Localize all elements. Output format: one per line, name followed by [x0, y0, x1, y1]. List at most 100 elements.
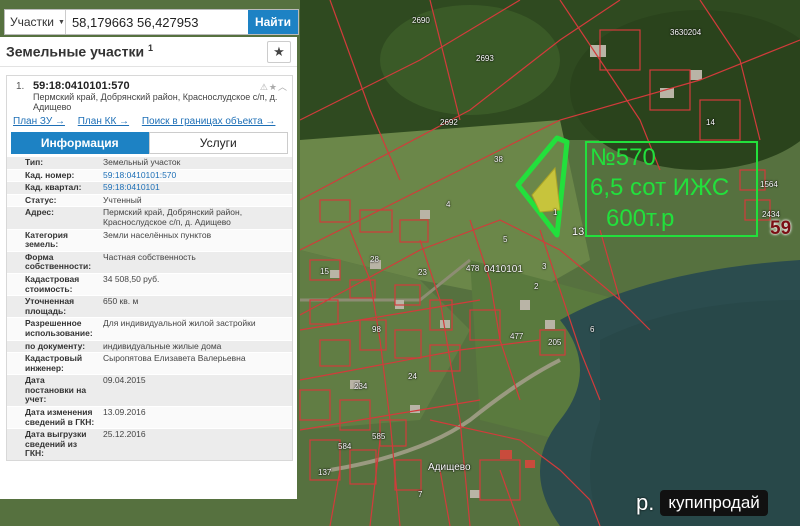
map-label: 6 — [590, 325, 595, 334]
map-label: 28 — [370, 255, 379, 264]
info-value: Для индивидуальной жилой застройки — [103, 318, 256, 329]
map-label: 98 — [372, 325, 381, 334]
info-key: по документу: — [25, 340, 86, 351]
plan-zu-link[interactable]: План ЗУ → — [13, 116, 65, 127]
info-key: Форма собственности: — [25, 251, 92, 272]
map-label: 23 — [418, 268, 427, 277]
map-label: 234 — [354, 382, 368, 391]
info-key: Дата постановки на учет: — [25, 375, 87, 405]
info-key: Дата выгрузки сведений из ГКН: — [25, 429, 87, 459]
info-key: Разрешенное использование: — [25, 318, 93, 338]
info-row: Уточненная площадь: 650 кв. м — [7, 295, 292, 318]
info-row: Категория земель: Земли населённых пункто… — [7, 228, 292, 251]
info-key: Кад. квартал: — [25, 182, 82, 193]
search-in-bounds-link[interactable]: Поиск в границах объекта → — [142, 116, 276, 127]
star-icon: ★ — [273, 43, 285, 59]
map-label: 2690 — [412, 16, 430, 25]
map-label: 15 — [320, 267, 329, 276]
info-key: Кадастровая стоимость: — [25, 273, 80, 294]
watermark: р. купипродай — [636, 490, 768, 516]
info-row: Кадастровая стоимость: 34 508,50 руб. — [7, 272, 292, 296]
map-label: 24 — [408, 372, 417, 381]
chevron-down-icon: ▼ — [58, 18, 65, 26]
info-row: Кадастровый инженер: Сыропятова Елизавета… — [7, 352, 292, 375]
info-key: Кадастровый инженер: — [25, 353, 83, 373]
star-icon[interactable]: ★ — [269, 82, 278, 92]
annotation-line: 6,5 сот ИЖС — [590, 174, 730, 201]
info-key: Тип: — [25, 157, 44, 167]
map-label: 0410101 — [484, 264, 523, 275]
map-label: 4 — [446, 200, 451, 209]
info-value: Учтенный — [103, 194, 142, 205]
map-label: 1 — [553, 208, 558, 217]
cadastral-number: 59:18:0410101:570 — [33, 80, 130, 92]
tab-services[interactable]: Услуги — [148, 132, 288, 154]
info-row: Кад. номер: 59:18:0410101:570 — [7, 168, 292, 182]
map-label: 3630204 — [670, 28, 702, 37]
info-key: Уточненная площадь: — [25, 296, 75, 316]
info-key: Статус: — [25, 194, 57, 205]
info-value: Частная собственность — [103, 251, 196, 262]
map-label: 2692 — [440, 118, 458, 127]
info-value: Земли населённых пунктов — [103, 229, 212, 240]
tabs: Информация Услуги — [11, 132, 288, 154]
favorite-button[interactable]: ★ — [267, 40, 291, 63]
panel-title: Земельные участки 1 — [6, 43, 153, 60]
info-value: Сыропятова Елизавета Валерьевна — [103, 353, 246, 364]
info-value: Земельный участок — [103, 157, 181, 167]
info-row: Тип: Земельный участок — [7, 156, 292, 169]
search-bar: Участки ▼ Найти — [4, 9, 299, 35]
results-count: 1 — [147, 43, 153, 54]
info-value: 25.12.2016 — [103, 429, 146, 440]
info-value: 650 кв. м — [103, 296, 139, 307]
item-links: План ЗУ → План КК → Поиск в границах объ… — [7, 114, 292, 128]
map-label: 14 — [706, 118, 715, 127]
map-label: 5 — [503, 235, 508, 244]
map-label: 585 — [372, 432, 386, 441]
tab-information[interactable]: Информация — [11, 132, 149, 154]
watermark-brand: купипродай — [660, 490, 768, 516]
map-label: 1564 — [760, 180, 778, 189]
info-row: Кад. квартал: 59:18:0410101 — [7, 181, 292, 194]
map-label: 2 — [534, 282, 539, 291]
info-value: Пермский край, Добрянский район, Краснос… — [103, 207, 243, 227]
map-label: 478 — [466, 264, 480, 273]
map-label: 584 — [338, 442, 352, 451]
map-label: 2693 — [476, 54, 494, 63]
map-label: 3 — [542, 262, 547, 271]
info-row: Форма собственности: Частная собственност… — [7, 250, 292, 273]
info-value[interactable]: 59:18:0410101:570 — [99, 170, 292, 182]
info-table: Тип: Земельный участок Кад. номер: 59:18:04… — [7, 156, 292, 461]
collapse-icon[interactable]: ︿ — [278, 82, 288, 92]
info-row: Дата постановки на учет: 09.04.2015 — [7, 374, 292, 407]
panel-title-text: Земельные участки — [6, 43, 145, 60]
info-row: Дата изменения сведений в ГКН: 13.09.2016 — [7, 406, 292, 429]
map-label: 477 — [510, 332, 524, 341]
map-label: 205 — [548, 338, 562, 347]
info-key: Адрес: — [25, 207, 54, 218]
info-row: Разрешенное использование: Для индивидуал… — [7, 317, 292, 340]
map-label: 13 — [572, 226, 585, 238]
warning-icon[interactable]: ⚠ — [260, 82, 269, 92]
search-type-select[interactable]: Участки ▼ — [5, 10, 66, 34]
info-value: 13.09.2016 — [103, 407, 146, 418]
plan-kk-link[interactable]: План КК → — [78, 116, 129, 127]
info-row: Адрес: Пермский край, Добрянский район, К… — [7, 206, 292, 229]
info-value: 34 508,50 руб. — [103, 273, 160, 284]
result-number: 1. — [16, 81, 25, 92]
info-value: 09.04.2015 — [103, 375, 146, 386]
search-button[interactable]: Найти — [247, 10, 298, 34]
search-type-label: Участки — [10, 15, 54, 29]
map-label: 7 — [418, 490, 423, 499]
result-item[interactable]: 1. 59:18:0410101:570 Пермский край, Добр… — [6, 75, 293, 462]
results-panel: Земельные участки 1 ★ 1. 59:18:0410101:5… — [0, 37, 297, 499]
result-address: Пермский край, Добрянский район, Краснос… — [33, 92, 278, 112]
info-row: Дата выгрузки сведений из ГКН: 25.12.2016 — [7, 428, 292, 461]
annotation-line: №570 — [590, 144, 656, 171]
item-actions[interactable]: ⚠★︿ — [260, 80, 288, 93]
info-value[interactable]: 59:18:0410101 — [99, 182, 292, 194]
map-label: 38 — [494, 155, 503, 164]
search-input[interactable] — [65, 10, 248, 34]
result-item-header: 1. 59:18:0410101:570 Пермский край, Добр… — [7, 76, 292, 114]
info-row: Статус: Учтенный — [7, 193, 292, 207]
